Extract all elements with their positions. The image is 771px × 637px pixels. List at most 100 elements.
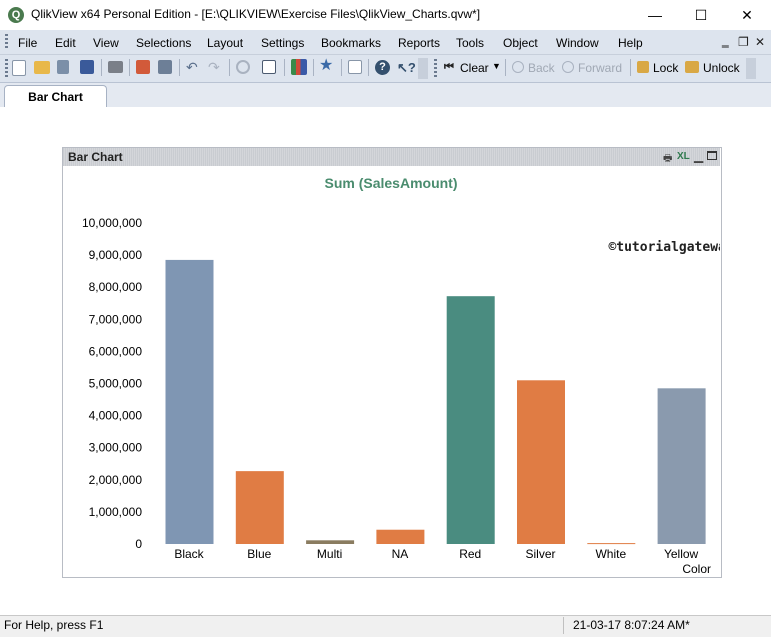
chart-title: Sum (SalesAmount) <box>324 175 457 191</box>
bar-yellow[interactable] <box>657 388 706 544</box>
toolbar-overflow-chevron-icon[interactable] <box>418 58 428 79</box>
chart-caption-bar[interactable] <box>63 148 720 166</box>
chevron-down-icon[interactable]: ▼ <box>492 61 501 71</box>
close-button[interactable]: ✕ <box>724 0 770 30</box>
minimize-button[interactable]: — <box>632 0 678 30</box>
clear-button[interactable]: Clear <box>460 61 489 75</box>
undo-icon[interactable]: ↶ <box>186 60 200 74</box>
x-tick-label: Black <box>174 547 204 561</box>
y-axis: 0 1,000,000 2,000,000 3,000,000 4,000,000 5,0… <box>82 216 142 551</box>
toolbar-overflow-chevron-icon[interactable] <box>746 58 756 79</box>
y-tick-label: 6,000,000 <box>89 344 143 358</box>
back-button[interactable]: Back <box>528 61 555 75</box>
send-to-excel-icon[interactable]: XL <box>677 151 690 162</box>
toolbar-grip[interactable] <box>5 59 8 77</box>
toolbar-grip[interactable] <box>434 59 437 77</box>
tab-bar-chart[interactable]: Bar Chart <box>4 85 107 108</box>
status-timestamp: 21-03-17 8:07:24 AM* <box>573 618 690 632</box>
y-tick-label: 0 <box>135 537 142 551</box>
x-tick-label: White <box>595 547 626 561</box>
bar-blue[interactable] <box>235 471 284 544</box>
forward-icon <box>562 61 574 73</box>
toolbar-separator <box>101 59 102 76</box>
bar-chart: Sum (SalesAmount) ©tutorialgateway.org 0… <box>82 175 720 576</box>
menu-help[interactable]: Help <box>618 36 643 50</box>
current-selections-icon[interactable] <box>262 60 276 74</box>
y-tick-label: 8,000,000 <box>89 280 143 294</box>
context-help-icon[interactable]: ↖? <box>397 60 416 75</box>
menu-window[interactable]: Window <box>556 36 599 50</box>
chart-wizard-icon[interactable] <box>291 59 307 75</box>
watermark-text: ©tutorialgateway.org <box>608 240 720 255</box>
toolbar-separator <box>179 59 180 76</box>
menu-bookmarks[interactable]: Bookmarks <box>321 36 381 50</box>
menubar-grip[interactable] <box>5 34 8 50</box>
toolbar-separator <box>313 59 314 76</box>
save-icon[interactable] <box>80 60 94 74</box>
menu-reports[interactable]: Reports <box>398 36 440 50</box>
qlikview-logo-icon: Q <box>8 7 24 23</box>
clear-icon[interactable]: ⏮ <box>444 61 456 73</box>
bookmark-star-icon[interactable]: ★ <box>319 58 335 74</box>
reload-icon[interactable] <box>57 60 69 74</box>
lock-button[interactable]: Lock <box>653 61 678 75</box>
bar-multi[interactable] <box>306 540 355 544</box>
x-tick-label: Multi <box>317 547 342 561</box>
x-tick-label: NA <box>392 547 409 561</box>
x-axis: Black Blue Multi NA Red Silver White Yellow <box>174 547 698 561</box>
unlock-button[interactable]: Unlock <box>703 61 740 75</box>
back-icon <box>512 61 524 73</box>
doc-restore-button[interactable]: ❐ <box>738 35 749 49</box>
toolbar-separator <box>129 59 130 76</box>
search-icon[interactable] <box>236 60 250 74</box>
forward-button[interactable]: Forward <box>578 61 622 75</box>
menu-selections[interactable]: Selections <box>136 36 191 50</box>
x-tick-label: Yellow <box>664 547 699 561</box>
doc-minimize-button[interactable]: ‗ <box>722 34 729 48</box>
sheet-tab-strip <box>0 83 771 108</box>
status-divider <box>563 617 564 634</box>
menu-object[interactable]: Object <box>503 36 538 50</box>
y-tick-label: 10,000,000 <box>82 216 142 230</box>
y-tick-label: 9,000,000 <box>89 248 143 262</box>
edit-module-icon[interactable] <box>158 60 172 74</box>
edit-script-icon[interactable] <box>136 60 150 74</box>
x-tick-label: Red <box>459 547 481 561</box>
y-tick-label: 5,000,000 <box>89 377 143 391</box>
toolbar-separator <box>630 59 631 76</box>
new-document-icon[interactable] <box>12 60 26 76</box>
toolbar-separator <box>229 59 230 76</box>
y-tick-label: 1,000,000 <box>89 505 143 519</box>
bar-red[interactable] <box>446 296 495 544</box>
menu-edit[interactable]: Edit <box>55 36 76 50</box>
bar-black[interactable] <box>165 259 214 544</box>
doc-close-button[interactable]: ✕ <box>755 35 765 49</box>
menu-layout[interactable]: Layout <box>207 36 243 50</box>
x-tick-label: Silver <box>525 547 555 561</box>
menu-file[interactable]: File <box>18 36 37 50</box>
menu-settings[interactable]: Settings <box>261 36 304 50</box>
toolbar-separator <box>505 59 506 76</box>
y-tick-label: 4,000,000 <box>89 409 143 423</box>
minimize-object-icon[interactable]: ▁ <box>694 149 703 163</box>
help-icon[interactable]: ? <box>375 60 390 75</box>
x-axis-label: Color <box>682 562 711 576</box>
bar-silver[interactable] <box>517 380 565 544</box>
design-grid-icon[interactable] <box>348 60 362 74</box>
bar-na[interactable] <box>376 529 425 544</box>
bar-white[interactable] <box>587 543 636 545</box>
menu-view[interactable]: View <box>93 36 119 50</box>
redo-icon[interactable]: ↷ <box>208 60 222 74</box>
maximize-object-icon[interactable] <box>707 151 717 160</box>
print-icon[interactable] <box>108 61 123 73</box>
status-help-text: For Help, press F1 <box>4 618 104 632</box>
open-folder-icon[interactable] <box>34 61 50 74</box>
toolbar-separator <box>284 59 285 76</box>
menu-tools[interactable]: Tools <box>456 36 484 50</box>
lock-icon <box>637 61 649 73</box>
toolbar-separator <box>341 59 342 76</box>
bar-series <box>165 259 706 545</box>
maximize-button[interactable]: ☐ <box>678 0 724 30</box>
toolbar-separator <box>368 59 369 76</box>
window-title: QlikView x64 Personal Edition - [E:\QLIK… <box>31 7 481 21</box>
